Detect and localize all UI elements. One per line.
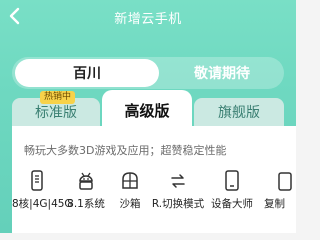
- product-tabs: 百川 敬请期待: [12, 57, 284, 89]
- tab-baichuan[interactable]: 百川: [15, 59, 159, 87]
- tier-tab-flagship[interactable]: 旗舰版: [194, 98, 284, 126]
- tier-tab-standard-label: 标准版: [35, 105, 77, 121]
- feature-item-system: 8.1系统: [64, 168, 108, 228]
- screen: 新增云手机 百川 敬请期待 标准版 热销中 旗舰版 畅玩大多数3D游戏及应用；超…: [0, 0, 296, 233]
- feature-label: 8核|4G|45G: [12, 198, 73, 210]
- tier-tab-advanced[interactable]: 高级版: [102, 90, 192, 130]
- tab-coming-soon[interactable]: 敬请期待: [162, 59, 282, 87]
- feature-label: R.切换模式: [151, 198, 205, 210]
- header: 新增云手机: [0, 0, 296, 36]
- device-master-icon: [222, 170, 242, 192]
- feature-label: 设备大师: [211, 198, 253, 210]
- plan-description: 畅玩大多数3D游戏及应用；超赞稳定性能: [24, 144, 227, 157]
- copy-icon: [276, 170, 296, 192]
- feature-item-switch-mode: R.切换模式: [150, 168, 206, 228]
- phone-spec-icon: [27, 170, 47, 192]
- plan-card: 畅玩大多数3D游戏及应用；超赞稳定性能 8核|4G|45G 8.1系统 沙箱 R…: [12, 126, 296, 233]
- hot-badge: 热销中: [40, 91, 76, 104]
- feature-item-device-master: 设备大师: [208, 168, 256, 228]
- tier-tab-advanced-label: 高级版: [124, 101, 170, 120]
- feature-list: 8核|4G|45G 8.1系统 沙箱 R.切换模式 设备大师 复制: [12, 168, 296, 228]
- tier-tab-flagship-label: 旗舰版: [218, 105, 260, 121]
- feature-item-specs: 8核|4G|45G: [12, 168, 73, 228]
- sandbox-icon: [120, 170, 140, 192]
- page-title: 新增云手机: [114, 12, 182, 27]
- switch-mode-icon: [168, 170, 188, 192]
- feature-label: 8.1系统: [67, 198, 105, 210]
- feature-item-copy: 复制: [262, 168, 296, 228]
- feature-item-sandbox: 沙箱: [114, 168, 146, 228]
- feature-label: 复制: [264, 198, 285, 210]
- feature-label: 沙箱: [119, 198, 141, 210]
- android-icon: [76, 170, 96, 192]
